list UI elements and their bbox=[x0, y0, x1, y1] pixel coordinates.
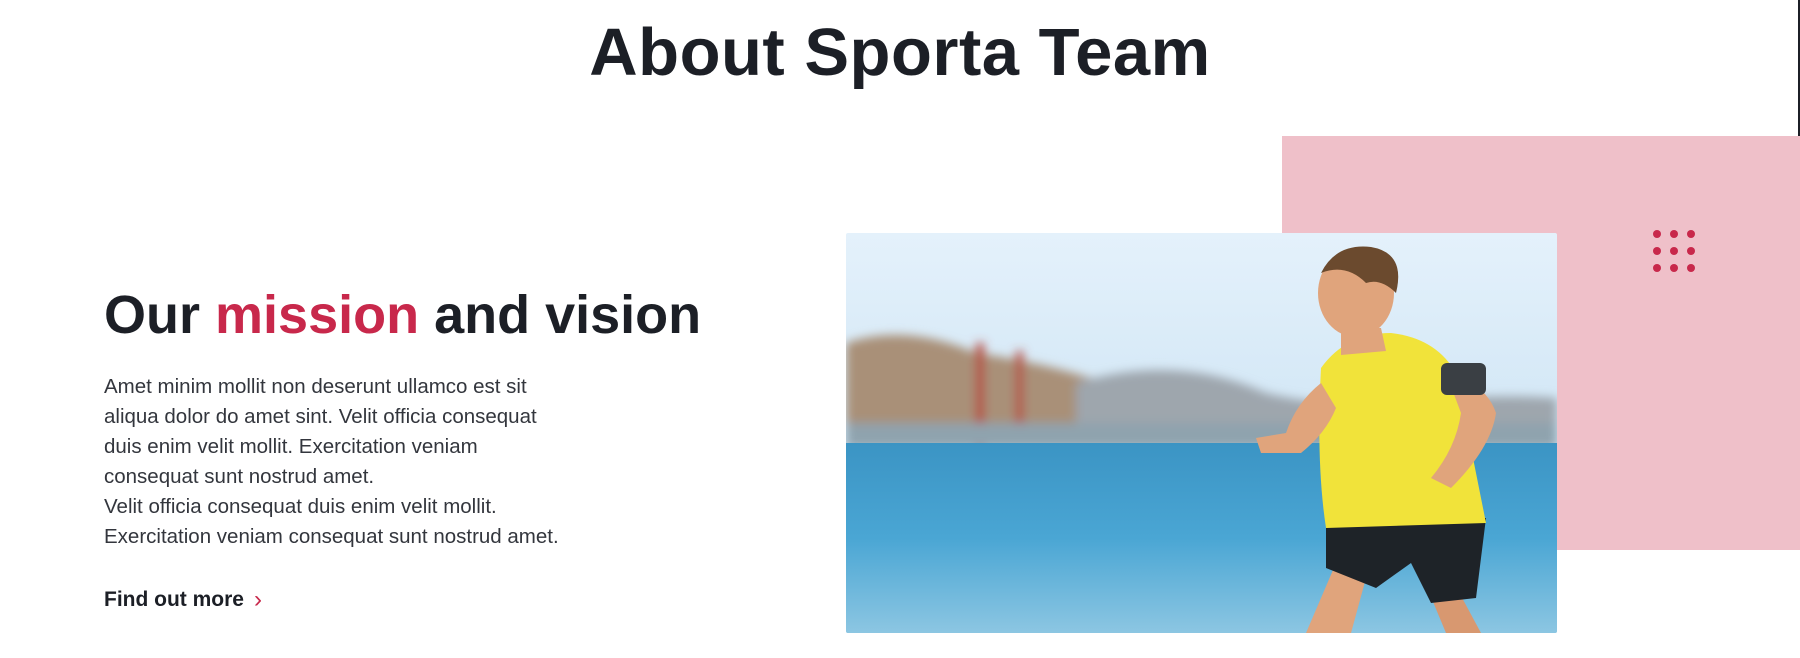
page-title: About Sporta Team bbox=[589, 15, 1211, 90]
dot bbox=[1670, 247, 1678, 255]
dot bbox=[1687, 247, 1695, 255]
mission-heading-part: Our bbox=[104, 285, 216, 345]
runner-photo bbox=[846, 233, 1557, 633]
chevron-right-icon: › bbox=[254, 586, 262, 613]
mission-heading-accent: mission bbox=[215, 285, 420, 345]
dot bbox=[1687, 230, 1695, 238]
mission-description: Amet minim mollit non deserunt ullamco e… bbox=[104, 375, 559, 548]
find-out-more-label: Find out more bbox=[104, 588, 244, 611]
dot bbox=[1687, 264, 1695, 272]
dot bbox=[1653, 247, 1661, 255]
dot bbox=[1670, 264, 1678, 272]
mission-heading: Our mission and vision bbox=[104, 284, 701, 346]
dot bbox=[1653, 264, 1661, 272]
find-out-more-link[interactable]: Find out more › bbox=[104, 588, 262, 612]
dot bbox=[1670, 230, 1678, 238]
dot bbox=[1653, 230, 1661, 238]
dot-grid-decoration bbox=[1653, 230, 1701, 278]
mission-heading-part: and vision bbox=[419, 285, 702, 345]
